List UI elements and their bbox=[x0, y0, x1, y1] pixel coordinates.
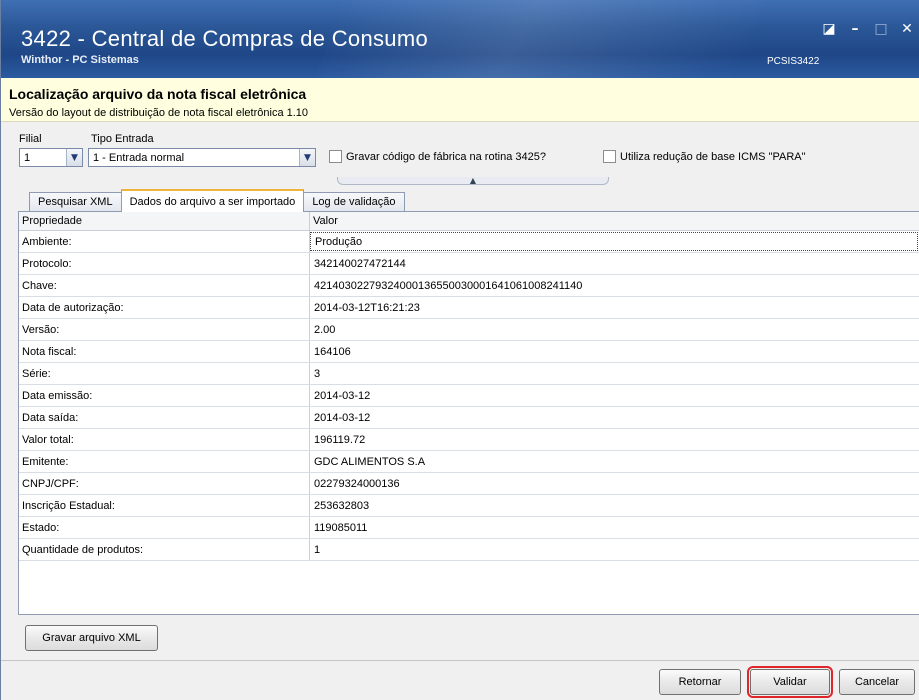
table-row[interactable]: Data saída: 2014-03-12 bbox=[19, 407, 919, 429]
page-title: Localização arquivo da nota fiscal eletr… bbox=[9, 86, 307, 102]
table-row[interactable]: Série: 3 bbox=[19, 363, 919, 385]
filial-select[interactable]: 1 ▼ bbox=[19, 148, 83, 167]
gravar-codigo-checkbox[interactable]: Gravar código de fábrica na rotina 3425? bbox=[329, 150, 546, 163]
retornar-button[interactable]: Retornar bbox=[659, 669, 741, 695]
reducao-base-checkbox[interactable]: Utiliza redução de base ICMS "PARA" bbox=[603, 150, 806, 163]
column-header-valor[interactable]: Valor bbox=[310, 212, 919, 230]
row-value: 119085011 bbox=[314, 521, 368, 534]
tab-log-validacao[interactable]: Log de validação bbox=[303, 192, 405, 211]
row-value: 2014-03-12T16:21:23 bbox=[314, 301, 420, 314]
row-value: 196119.72 bbox=[314, 433, 366, 446]
row-property: Quantidade de produtos: bbox=[19, 539, 310, 560]
chevron-up-icon[interactable]: ▲ bbox=[470, 176, 476, 185]
row-property: Data saída: bbox=[19, 407, 310, 428]
row-property: Emitente: bbox=[19, 451, 310, 472]
row-property: Série: bbox=[19, 363, 310, 384]
close-icon[interactable]: ✕ bbox=[900, 22, 914, 36]
row-value: 164106 bbox=[314, 345, 351, 358]
cancelar-button[interactable]: Cancelar bbox=[839, 669, 915, 695]
tab-strip: Pesquisar XML Dados do arquivo a ser imp… bbox=[29, 189, 405, 212]
gravar-codigo-label: Gravar código de fábrica na rotina 3425? bbox=[346, 150, 546, 163]
window-title: 3422 - Central de Compras de Consumo bbox=[21, 26, 429, 51]
window-controls: ◪ – □ ✕ bbox=[822, 22, 914, 36]
row-value: 02279324000136 bbox=[314, 477, 400, 490]
maximize-icon[interactable]: □ bbox=[874, 22, 888, 36]
properties-grid[interactable]: Propriedade Valor Ambiente: Produção Pro… bbox=[18, 211, 919, 615]
page-subtitle: Versão do layout de distribuição de nota… bbox=[9, 107, 309, 119]
reducao-base-label: Utiliza redução de base ICMS "PARA" bbox=[620, 150, 806, 163]
row-property: Protocolo: bbox=[19, 253, 310, 274]
table-row[interactable]: Estado: 119085011 bbox=[19, 517, 919, 539]
row-property: Estado: bbox=[19, 517, 310, 538]
tab-dados-arquivo[interactable]: Dados do arquivo a ser importado bbox=[120, 189, 305, 212]
window-subtitle: Winthor - PC Sistemas bbox=[21, 54, 139, 66]
table-row[interactable]: Emitente: GDC ALIMENTOS S.A bbox=[19, 451, 919, 473]
table-row[interactable]: Ambiente: Produção bbox=[19, 231, 919, 253]
table-row[interactable]: Versão: 2.00 bbox=[19, 319, 919, 341]
window-code: PCSIS3422 bbox=[767, 56, 820, 67]
tipo-entrada-select[interactable]: 1 - Entrada normal ▼ bbox=[88, 148, 316, 167]
row-property: CNPJ/CPF: bbox=[19, 473, 310, 494]
chevron-down-icon[interactable]: ▼ bbox=[299, 149, 315, 166]
row-property: Data de autorização: bbox=[19, 297, 310, 318]
main-window: 3422 - Central de Compras de Consumo Win… bbox=[0, 0, 919, 700]
grid-header: Propriedade Valor bbox=[19, 212, 919, 231]
row-value: 342140027472144 bbox=[314, 257, 406, 270]
header-band: Localização arquivo da nota fiscal eletr… bbox=[1, 78, 919, 122]
row-property: Inscrição Estadual: bbox=[19, 495, 310, 516]
minimize-icon[interactable]: – bbox=[848, 22, 862, 36]
table-row[interactable]: Data de autorização: 2014-03-12T16:21:23 bbox=[19, 297, 919, 319]
column-header-propriedade[interactable]: Propriedade bbox=[19, 212, 310, 230]
tipo-entrada-label: Tipo Entrada bbox=[91, 133, 154, 145]
row-property: Chave: bbox=[19, 275, 310, 296]
row-property: Nota fiscal: bbox=[19, 341, 310, 362]
row-property: Ambiente: bbox=[19, 231, 310, 252]
row-value: 1 bbox=[314, 543, 321, 556]
tab-pesquisar-xml[interactable]: Pesquisar XML bbox=[29, 192, 122, 211]
table-row[interactable]: Chave: 421403022793240001365500300016410… bbox=[19, 275, 919, 297]
table-row[interactable]: Protocolo: 342140027472144 bbox=[19, 253, 919, 275]
table-row[interactable]: Inscrição Estadual: 253632803 bbox=[19, 495, 919, 517]
checkbox-box[interactable] bbox=[329, 150, 342, 163]
row-property: Versão: bbox=[19, 319, 310, 340]
row-value: 2.00 bbox=[314, 323, 336, 336]
row-value: GDC ALIMENTOS S.A bbox=[314, 455, 426, 468]
gravar-arquivo-xml-button[interactable]: Gravar arquivo XML bbox=[25, 625, 158, 651]
row-value: 3 bbox=[314, 367, 321, 380]
tipo-entrada-select-value: 1 - Entrada normal bbox=[93, 151, 185, 164]
title-bar[interactable]: 3422 - Central de Compras de Consumo Win… bbox=[1, 0, 919, 78]
filial-label: Filial bbox=[19, 133, 42, 145]
filial-select-value: 1 bbox=[24, 151, 31, 164]
table-row[interactable]: Valor total: 196119.72 bbox=[19, 429, 919, 451]
table-row[interactable]: CNPJ/CPF: 02279324000136 bbox=[19, 473, 919, 495]
table-row[interactable]: Nota fiscal: 164106 bbox=[19, 341, 919, 363]
row-value: 2014-03-12 bbox=[314, 411, 371, 424]
chevron-down-icon[interactable]: ▼ bbox=[66, 149, 82, 166]
row-value: 253632803 bbox=[314, 499, 370, 512]
checkbox-box[interactable] bbox=[603, 150, 616, 163]
table-row[interactable]: Data emissão: 2014-03-12 bbox=[19, 385, 919, 407]
row-property: Valor total: bbox=[19, 429, 310, 450]
row-value: Produção bbox=[310, 232, 918, 251]
row-value: 4214030227932400013655003000164106100824… bbox=[314, 279, 583, 292]
collapse-splitter[interactable]: ▲ bbox=[337, 176, 609, 185]
restore-icon[interactable]: ◪ bbox=[822, 22, 836, 36]
validar-button[interactable]: Validar bbox=[747, 666, 833, 698]
table-row[interactable]: Quantidade de produtos: 1 bbox=[19, 539, 919, 561]
row-property: Data emissão: bbox=[19, 385, 310, 406]
row-value: 2014-03-12 bbox=[314, 389, 371, 402]
